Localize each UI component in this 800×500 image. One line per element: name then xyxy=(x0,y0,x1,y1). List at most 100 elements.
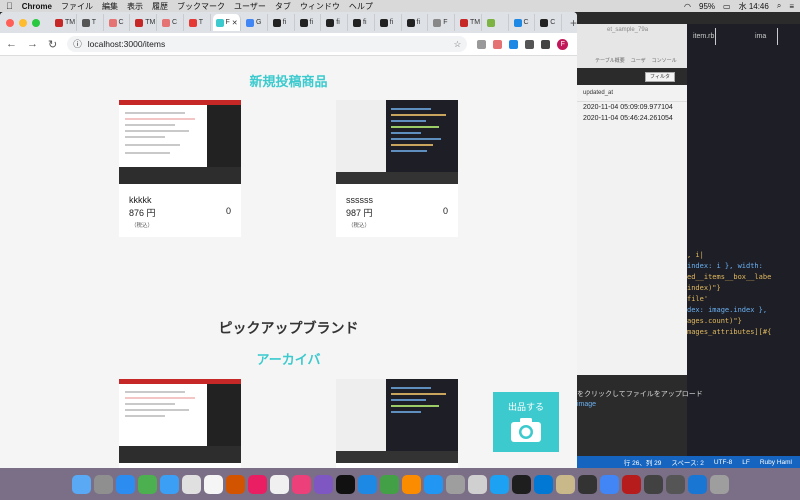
editor-tab-image[interactable]: ima xyxy=(752,28,778,45)
status-language[interactable]: Ruby Haml xyxy=(760,459,792,466)
mail-icon[interactable] xyxy=(159,474,179,494)
item-thumbnail[interactable] xyxy=(119,100,241,184)
menu-history[interactable]: 履歴 xyxy=(152,1,168,12)
acrobat-icon[interactable] xyxy=(621,474,641,494)
menu-view[interactable]: 表示 xyxy=(127,1,143,12)
browser-tab[interactable]: TM xyxy=(457,14,482,31)
back-arrow-icon[interactable]: ← xyxy=(6,38,17,50)
music-icon[interactable] xyxy=(291,474,311,494)
battery-percent[interactable]: 95% xyxy=(699,2,715,11)
menu-file[interactable]: ファイル xyxy=(61,1,93,12)
browser-tab[interactable]: C xyxy=(537,14,563,31)
sell-button[interactable]: 出品する xyxy=(493,392,559,452)
puzzle-extensions-icon[interactable] xyxy=(541,39,551,49)
numbers-icon[interactable] xyxy=(379,474,399,494)
status-cursor-position[interactable]: 行 26、列 29 xyxy=(624,457,662,467)
browser-tab[interactable]: G xyxy=(243,14,268,31)
close-window-button[interactable] xyxy=(6,18,14,27)
reload-icon[interactable]: ↻ xyxy=(48,38,57,51)
status-indent[interactable]: スペース: 2 xyxy=(671,457,703,467)
zoom-window-button[interactable] xyxy=(32,18,40,27)
menu-window[interactable]: ウィンドウ xyxy=(300,1,340,12)
browser-tab[interactable]: fi xyxy=(350,14,375,31)
launchpad-icon[interactable] xyxy=(93,474,113,494)
search-icon[interactable]: ⌕ xyxy=(777,1,781,11)
url-text[interactable]: localhost:3000/items xyxy=(88,39,166,49)
app-store-icon[interactable] xyxy=(423,474,443,494)
contacts-icon[interactable] xyxy=(225,474,245,494)
browser-tab-active[interactable]: F ✕ xyxy=(212,14,242,31)
apple-menu-icon[interactable]:  xyxy=(6,1,13,11)
kebab-menu-icon[interactable]: ⋮ xyxy=(575,39,577,50)
extension-icon[interactable] xyxy=(477,39,487,49)
browser-tab[interactable]: fi xyxy=(297,14,322,31)
control-center-icon[interactable]: ≡ xyxy=(789,2,794,11)
clock[interactable]: 水 14:46 xyxy=(739,1,769,12)
editor-tab-item-rb[interactable]: item.rb xyxy=(690,28,716,45)
browser-tab[interactable]: T xyxy=(186,14,211,31)
url-omnibox[interactable]: ⓘ localhost:3000/items ☆ xyxy=(67,36,468,52)
extension-icon[interactable] xyxy=(493,39,503,49)
vscode-icon[interactable] xyxy=(533,474,553,494)
item-card[interactable]: ssssss 987 円 （税込） 0 xyxy=(336,100,458,237)
toolbar-label-overview[interactable]: テーブル概要 xyxy=(595,57,625,64)
item-card[interactable] xyxy=(119,379,241,468)
item-card[interactable]: kkkkk 876 円 （税込） 0 xyxy=(119,100,241,237)
browser-tab[interactable] xyxy=(484,14,509,31)
item-thumbnail[interactable] xyxy=(336,100,458,184)
photos-icon[interactable] xyxy=(247,474,267,494)
finder-icon[interactable] xyxy=(71,474,91,494)
bookmark-star-icon[interactable]: ☆ xyxy=(454,39,462,50)
profile-avatar[interactable]: F xyxy=(557,38,569,50)
calendar-icon[interactable] xyxy=(203,474,223,494)
tab-close-icon[interactable]: ✕ xyxy=(232,19,238,27)
terminal-icon[interactable] xyxy=(511,474,531,494)
tv-icon[interactable] xyxy=(335,474,355,494)
browser-tab[interactable]: fi xyxy=(377,14,402,31)
new-tab-button[interactable]: + xyxy=(570,16,577,30)
browser-tab[interactable]: fi xyxy=(404,14,429,31)
sequel-pro-icon[interactable] xyxy=(555,474,575,494)
menu-edit[interactable]: 編集 xyxy=(102,1,118,12)
maps-icon[interactable] xyxy=(181,474,201,494)
table-row[interactable]: 2020-11-04 05:46:24.261054 xyxy=(577,113,687,124)
info-icon[interactable]: ⓘ xyxy=(73,38,82,50)
menu-user[interactable]: ユーザー xyxy=(234,1,266,12)
browser-tab[interactable]: C xyxy=(159,14,184,31)
browser-tab[interactable]: TM xyxy=(132,14,157,31)
menu-tab[interactable]: タブ xyxy=(275,1,291,12)
screenshot-icon[interactable] xyxy=(643,474,663,494)
reminders-icon[interactable] xyxy=(269,474,289,494)
item-thumbnail[interactable] xyxy=(336,379,458,463)
wifi-icon[interactable]: ◠ xyxy=(684,2,691,11)
browser-tab[interactable]: TM xyxy=(52,14,77,31)
twitter-icon[interactable] xyxy=(489,474,509,494)
status-line-ending[interactable]: LF xyxy=(742,459,750,466)
minimize-window-button[interactable] xyxy=(19,18,27,27)
toolbar-label-user[interactable]: ユーザ xyxy=(631,57,646,64)
pages-icon[interactable] xyxy=(401,474,421,494)
browser-tab[interactable]: T xyxy=(79,14,104,31)
table-row[interactable]: 2020-11-04 05:09:09.977104 xyxy=(577,102,687,113)
github-desktop-icon[interactable] xyxy=(577,474,597,494)
column-header-updated-at[interactable]: updated_at xyxy=(577,85,687,102)
item-card[interactable] xyxy=(336,379,458,468)
menu-bookmarks[interactable]: ブックマーク xyxy=(177,1,225,12)
podcasts-icon[interactable] xyxy=(313,474,333,494)
status-encoding[interactable]: UTF-8 xyxy=(714,459,732,466)
safari-icon[interactable] xyxy=(115,474,135,494)
chrome-icon[interactable] xyxy=(599,474,619,494)
item-thumbnail[interactable] xyxy=(119,379,241,463)
browser-tab[interactable]: fi xyxy=(323,14,349,31)
trash-icon[interactable] xyxy=(709,474,729,494)
menu-help[interactable]: ヘルプ xyxy=(349,1,373,12)
slack-icon[interactable] xyxy=(467,474,487,494)
preview-icon[interactable] xyxy=(665,474,685,494)
keynote-icon[interactable] xyxy=(357,474,377,494)
browser-tab[interactable]: fi xyxy=(270,14,295,31)
filter-button[interactable]: フィルタ xyxy=(645,72,675,82)
battery-icon[interactable]: ▭ xyxy=(723,2,731,11)
messages-icon[interactable] xyxy=(137,474,157,494)
menu-app-name[interactable]: Chrome xyxy=(22,2,52,11)
folder-icon[interactable] xyxy=(687,474,707,494)
